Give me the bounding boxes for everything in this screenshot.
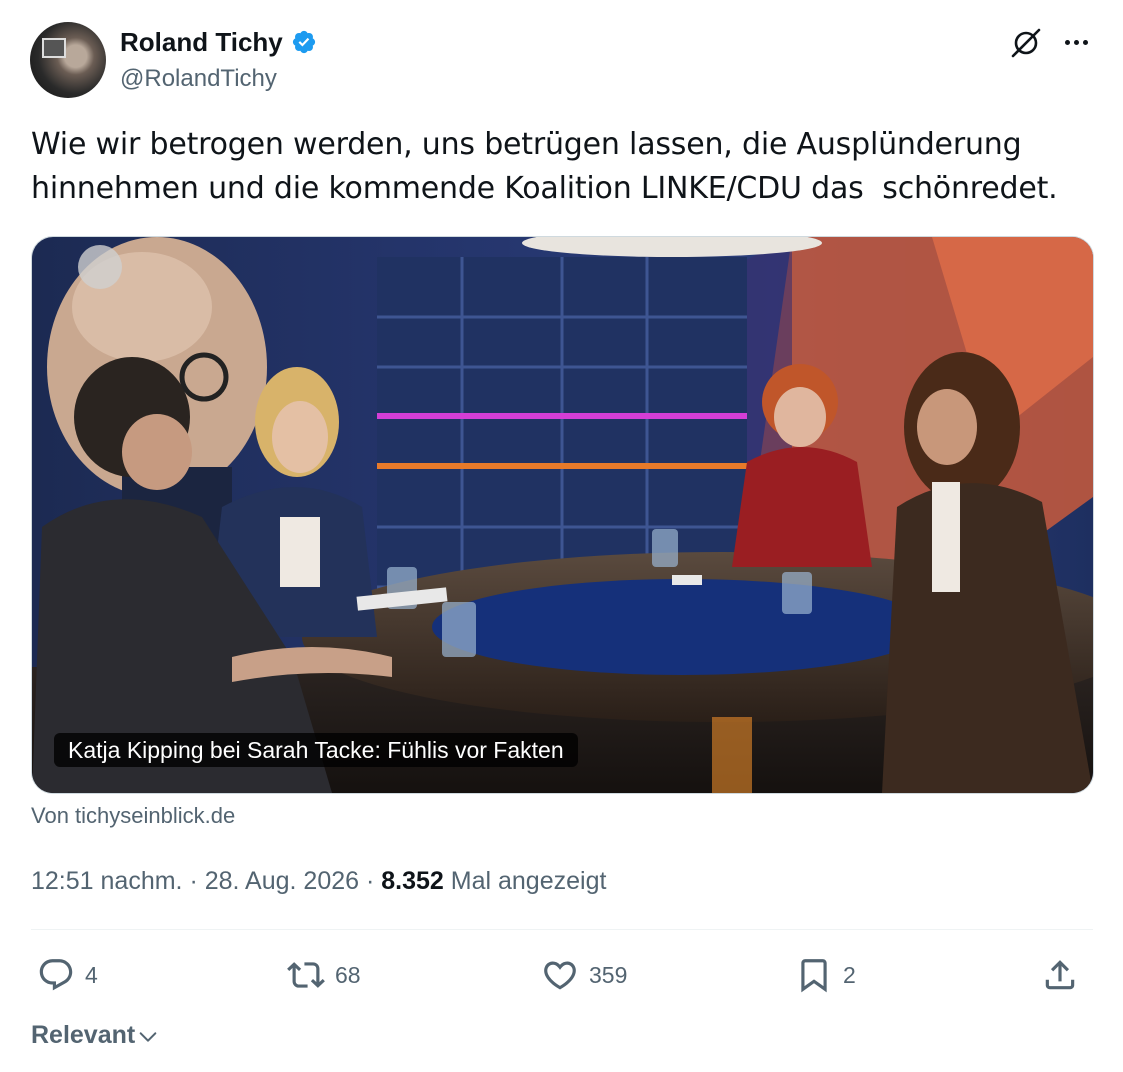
meta-separator: · <box>182 867 205 895</box>
verified-badge-icon <box>292 30 315 54</box>
views-label: Mal angezeigt <box>450 867 607 895</box>
replies-sort-dropdown[interactable]: Relevant <box>31 1018 159 1052</box>
views-count: 8.352 <box>381 867 444 895</box>
link-card[interactable]: Katja Kipping bei Sarah Tacke: Fühlis vo… <box>31 236 1094 794</box>
reply-count: 4 <box>85 961 98 988</box>
author-name-row: Roland Tichy <box>120 26 317 58</box>
heart-icon <box>544 961 576 990</box>
link-card-caption: Katja Kipping bei Sarah Tacke: Fühlis vo… <box>54 733 578 767</box>
repost-icon <box>287 962 325 988</box>
like-button[interactable]: 359 <box>541 950 627 1000</box>
bookmark-icon <box>801 959 827 993</box>
tweet-date[interactable]: 28. Aug. 2026 <box>205 867 359 895</box>
tweet-text: Wie wir betrogen werden, uns betrügen la… <box>31 127 1058 206</box>
action-bar: 4 68 359 2 <box>31 950 1093 1000</box>
repost-count: 68 <box>335 961 361 988</box>
avatar[interactable] <box>30 22 106 98</box>
tweet-time[interactable]: 12:51 nachm. <box>31 867 183 895</box>
grok-icon[interactable] <box>1009 26 1043 60</box>
reply-button[interactable]: 4 <box>37 950 98 1000</box>
divider <box>31 929 1093 930</box>
share-icon <box>1045 960 1075 990</box>
bookmark-button[interactable]: 2 <box>795 950 856 1000</box>
card-image <box>32 237 1093 793</box>
tweet-header: Roland Tichy @RolandTichy <box>30 22 1093 100</box>
replies-sort-label: Relevant <box>31 1021 136 1049</box>
repost-button[interactable]: 68 <box>287 950 361 1000</box>
reply-icon <box>39 959 73 991</box>
tweet-meta: 12:51 nachm. · 28. Aug. 2026 · 8.352 Mal… <box>31 864 606 898</box>
share-button[interactable] <box>1041 950 1079 1000</box>
author-handle[interactable]: @RolandTichy <box>120 64 277 94</box>
like-count: 359 <box>589 961 628 988</box>
chevron-down-icon <box>139 1032 157 1042</box>
bookmark-count: 2 <box>843 961 856 988</box>
meta-separator: · <box>359 867 382 895</box>
more-icon[interactable] <box>1059 28 1093 56</box>
author-display-name[interactable]: Roland Tichy <box>120 26 283 58</box>
link-source[interactable]: Von tichyseinblick.de <box>31 801 235 831</box>
